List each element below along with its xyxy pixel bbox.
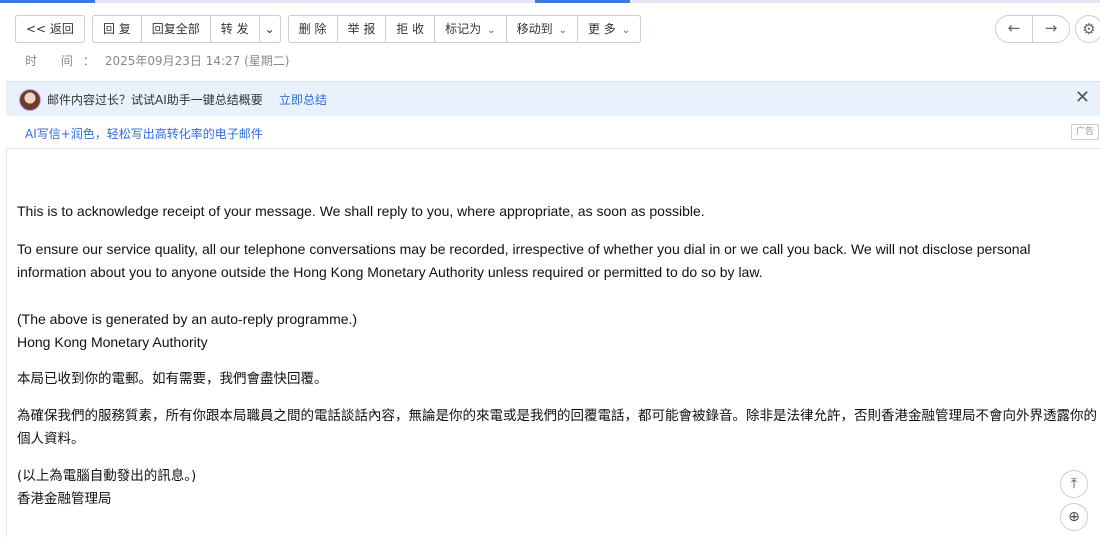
reply-all-button[interactable]: 回复全部 [140,15,211,43]
move-to-label: 移动到 [516,22,553,36]
ai-summary-banner: 邮件内容过长？试试AI助手一键总结概要 立即总结 ✕ [6,81,1100,116]
ai-assistant-avatar [19,89,41,111]
ad-badge: 广告 [1071,124,1099,140]
message-paragraph: This is to acknowledge receipt of your m… [17,203,705,219]
arrow-up-to-bar-icon: ⤒ [1070,476,1078,492]
more-button[interactable]: 更 多 ⌄ [576,15,642,43]
next-message-button[interactable]: → [1032,15,1070,43]
chevron-down-icon: ⌄ [558,25,567,36]
message-paragraph: 本局已收到你的電郵。如有需要，我們會盡快回覆。 [17,371,328,387]
move-to-button[interactable]: 移动到 ⌄ [505,15,578,43]
zoom-button[interactable]: ⊕ [1060,503,1088,531]
action-group: 删 除 举 报 拒 收 标记为 ⌄ 移动到 ⌄ 更 多 ⌄ [287,15,642,43]
message-time: 时 间：2025年09月23日 14:27 (星期二) [25,52,289,69]
tab-indicator [535,0,630,3]
settings-button[interactable]: ⚙ [1075,15,1100,43]
promo-row: AI写信+润色，轻松写出高转化率的电子邮件 广告 [6,116,1100,149]
back-button[interactable]: << 返回 [15,15,85,43]
message-signature: 香港金融管理局 [17,491,112,507]
chevron-down-icon: ⌄ [264,22,275,36]
close-icon[interactable]: ✕ [1075,87,1090,108]
message-signature: Hong Kong Monetary Authority [17,334,208,350]
reply-group: 回 复 回复全部 转 发 ⌄ [91,15,281,43]
divider [6,148,7,537]
summarize-now-link[interactable]: 立即总结 [279,91,327,108]
arrow-right-icon: → [1044,19,1058,37]
reject-button[interactable]: 拒 收 [385,15,436,43]
forward-dropdown-button[interactable]: ⌄ [258,15,281,43]
report-button[interactable]: 举 报 [336,15,387,43]
chevron-down-icon: ⌄ [487,25,496,36]
mark-as-button[interactable]: 标记为 ⌄ [434,15,507,43]
forward-button[interactable]: 转 发 [209,15,260,43]
delete-button[interactable]: 删 除 [287,15,338,43]
arrow-left-icon: ← [1007,19,1021,37]
chevron-down-icon: ⌄ [621,25,631,36]
time-value: 2025年09月23日 14:27 (星期二) [104,54,290,68]
message-paragraph: 為確保我們的服務質素，所有你跟本局職員之間的電話談話內容，無論是你的來電或是我們… [17,408,1097,447]
tab-indicator [0,0,95,3]
mark-as-label: 标记为 [445,22,482,36]
zoom-in-icon: ⊕ [1068,509,1080,525]
message-paragraph: To ensure our service quality, all our t… [17,241,1031,280]
message-paragraph: (以上為電腦自動發出的訊息。) [17,468,197,484]
tab-strip [0,0,1100,3]
scroll-to-top-button[interactable]: ⤒ [1060,470,1088,498]
mail-toolbar: << 返回 回 复 回复全部 转 发 ⌄ 删 除 举 报 拒 收 标记为 ⌄ 移动… [15,15,648,43]
message-body: This is to acknowledge receipt of your m… [17,200,1097,511]
ai-writing-promo-link[interactable]: AI写信+润色，轻松写出高转化率的电子邮件 [25,125,263,142]
previous-message-button[interactable]: ← [995,15,1033,43]
message-navigation: ← → [995,15,1070,43]
message-paragraph: (The above is generated by an auto-reply… [17,311,358,327]
time-label: 时 间： [25,54,105,68]
reply-button[interactable]: 回 复 [91,15,142,43]
more-label: 更 多 [587,22,616,36]
ai-summary-prompt: 邮件内容过长？试试AI助手一键总结概要 [47,93,263,107]
gear-icon: ⚙ [1082,20,1096,38]
